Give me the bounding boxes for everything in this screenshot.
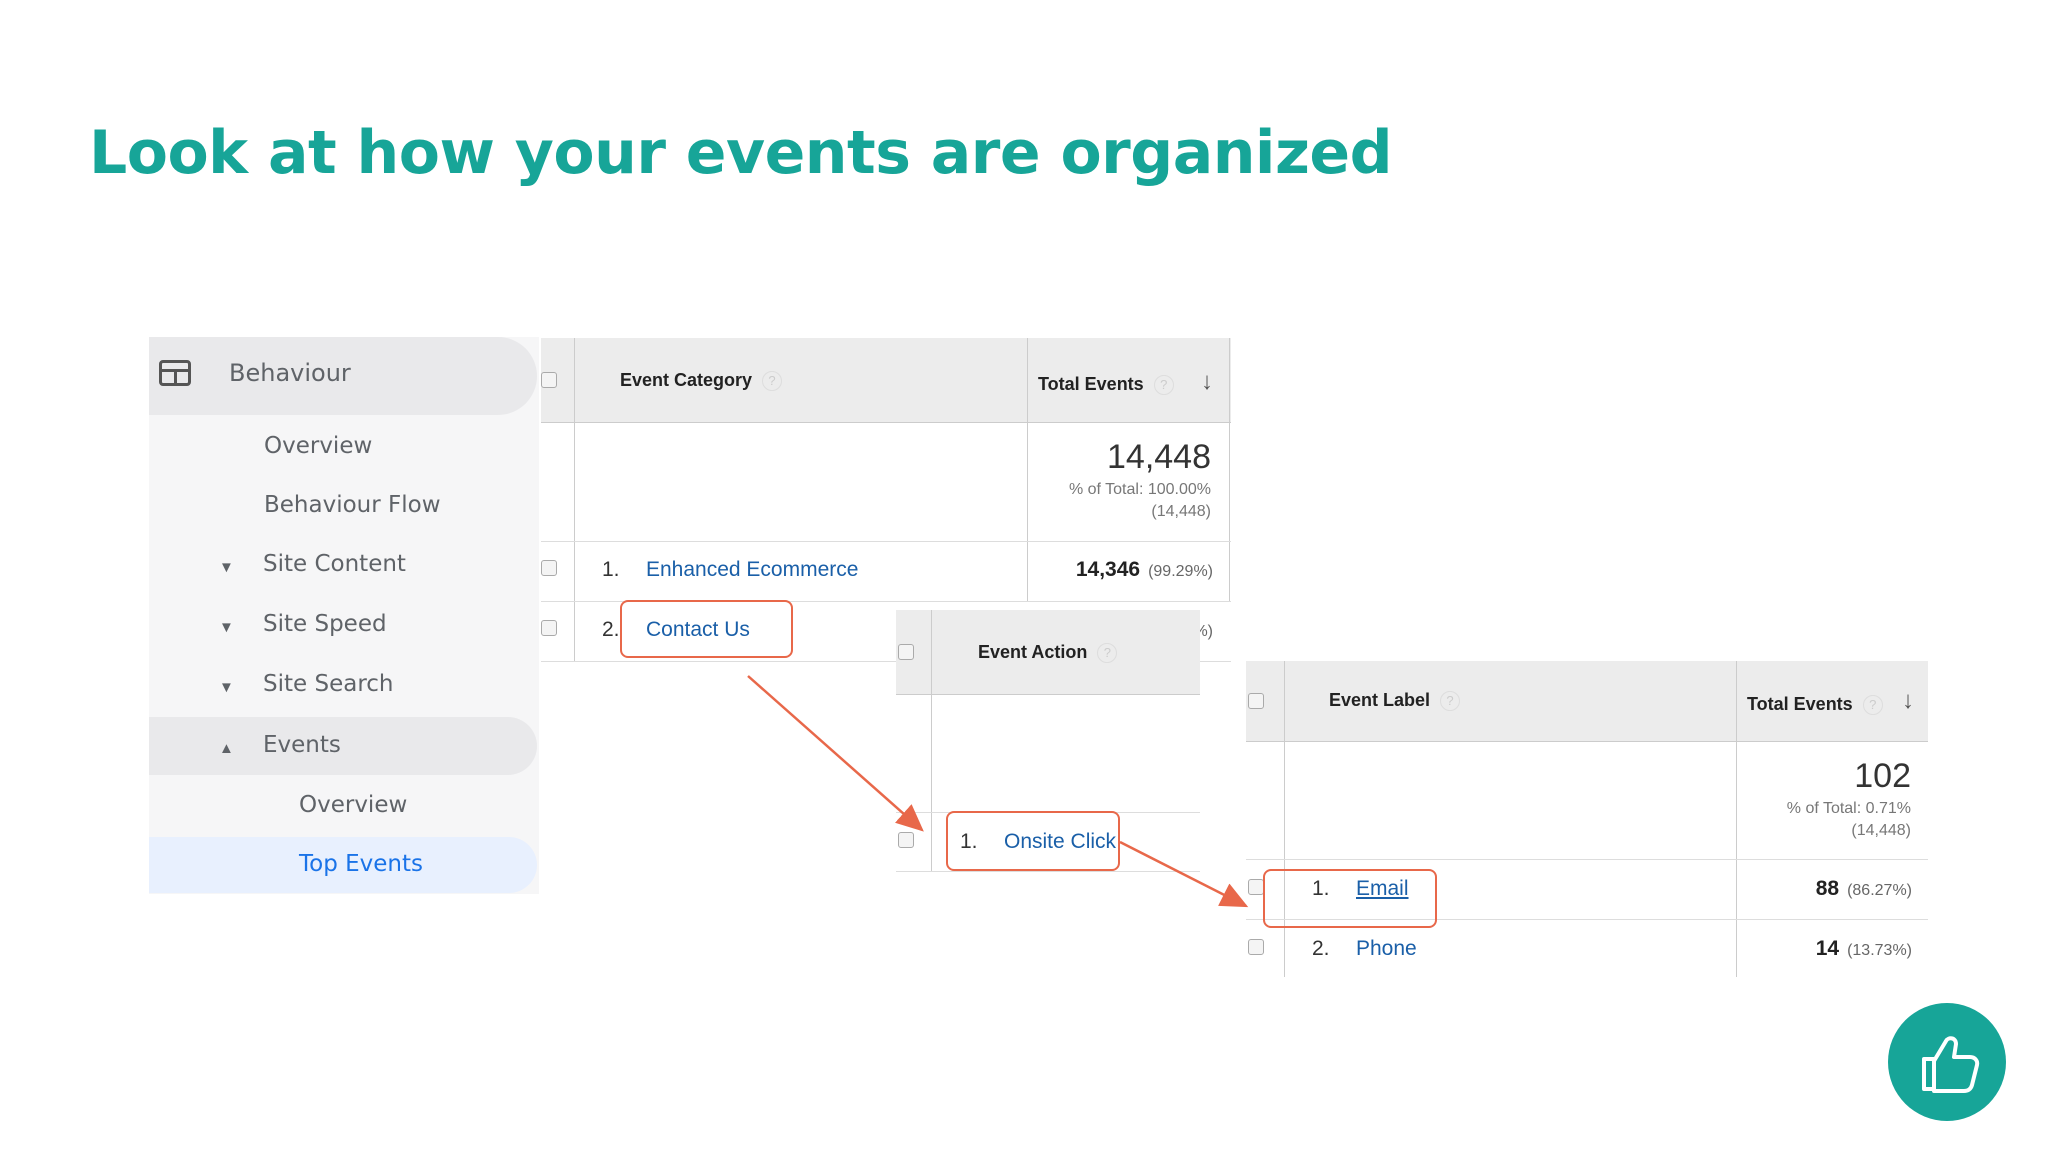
arrow-category-to-action [747,675,924,832]
like-button[interactable] [1888,1003,2006,1121]
arrow-action-to-label [1119,840,1249,908]
connector-arrows [747,675,1249,908]
thumbs-up-icon [1922,1036,1980,1093]
